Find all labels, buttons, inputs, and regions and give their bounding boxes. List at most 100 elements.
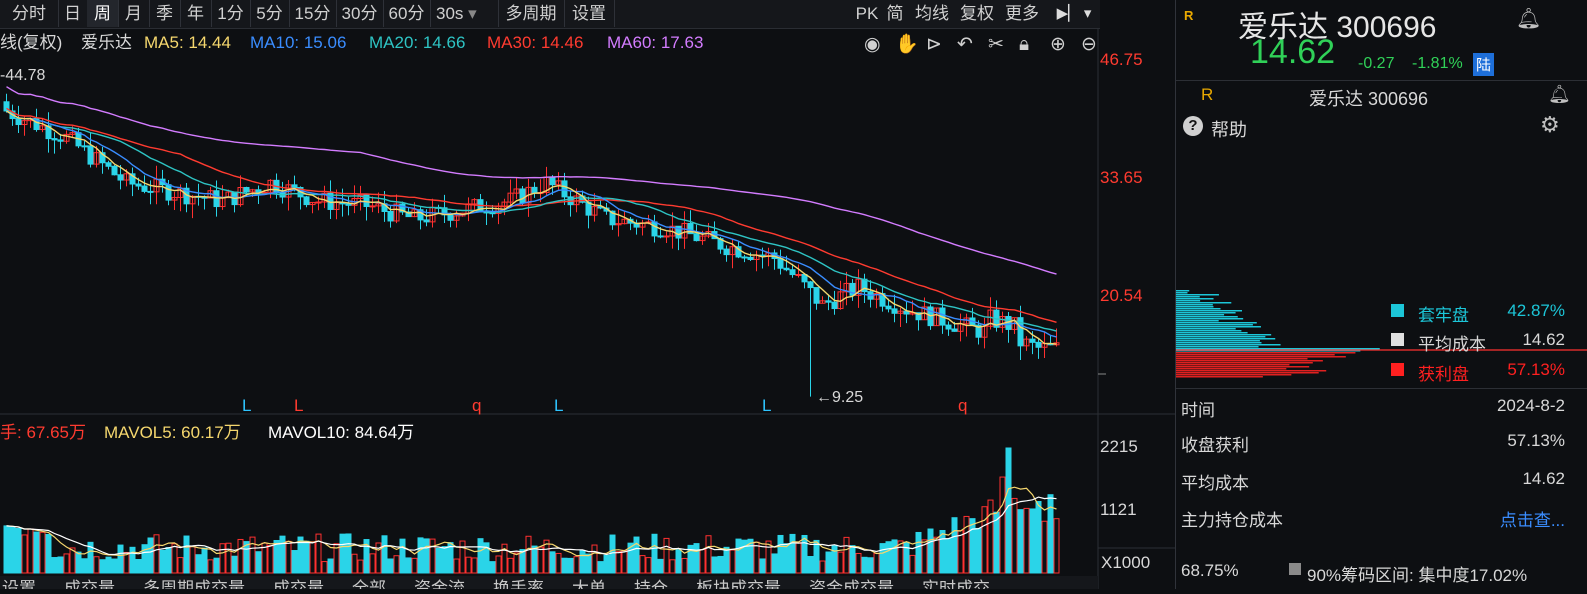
toolbar-tab-7[interactable]: 5分 xyxy=(250,0,290,27)
volume-bar xyxy=(477,538,484,574)
toolbar-right-0[interactable]: PK xyxy=(855,0,879,27)
chip-bar xyxy=(1176,334,1272,336)
bottom-tab-11[interactable]: 实时成交 xyxy=(922,579,990,594)
chip-distribution-chart xyxy=(1176,290,1587,378)
candle-body xyxy=(807,281,814,289)
chip-bar xyxy=(1176,360,1323,362)
legend-value: 57.13% xyxy=(1507,360,1565,379)
chip-bar xyxy=(1176,290,1190,292)
right-info-panel: R 爱乐达 300696 🔔︎ 14.62 -0.27 -1.81% 陆 R 爱… xyxy=(1175,0,1587,589)
volume-bar xyxy=(729,549,736,574)
bottom-tab-10[interactable]: 资金成交量 xyxy=(809,579,894,594)
toolbar-right-3[interactable]: 复权 xyxy=(957,0,997,27)
volume-tick-label: 1121 xyxy=(1100,500,1137,519)
toolbar-tab-9[interactable]: 30分 xyxy=(336,0,384,27)
toolbar-right-2[interactable]: 均线 xyxy=(912,0,952,27)
volume-bar xyxy=(489,561,496,574)
candle-body xyxy=(519,188,526,204)
toolbar-tab-8[interactable]: 15分 xyxy=(289,0,337,27)
volume-bar xyxy=(933,536,940,574)
toolbar-tab-12[interactable]: 多周期 xyxy=(498,0,565,27)
toolbar-tab-10[interactable]: 60分 xyxy=(383,0,431,27)
help-label[interactable]: 帮助 xyxy=(1211,116,1247,142)
legend-item-0: 线(复权) xyxy=(0,33,62,52)
zoom-out-icon[interactable]: ⊖ xyxy=(1081,33,1097,55)
toolbar-tab-13[interactable]: 设置 xyxy=(564,0,615,27)
volume-bar xyxy=(537,546,544,574)
volume-bar xyxy=(159,549,166,574)
candle-body xyxy=(951,328,958,332)
toolbar-tab-1[interactable]: 日 xyxy=(58,0,88,27)
candle-body xyxy=(147,190,154,193)
volume-bar xyxy=(3,525,10,574)
help-icon[interactable]: ? xyxy=(1183,116,1203,136)
toolbar-tab-0[interactable]: 分时 xyxy=(0,0,59,27)
candle-body xyxy=(813,287,820,304)
volume-bar xyxy=(759,558,766,574)
kline-chart-area[interactable]: 线(复权) 爱乐达 MA5: 14.44 MA10: 15.06 MA20: 14.66… xyxy=(0,28,1175,594)
bottom-tab-1[interactable]: 成交量 xyxy=(64,579,115,594)
lock-icon[interactable]: 🔒︎ xyxy=(1019,33,1029,55)
toolbar-tab-4[interactable]: 季 xyxy=(149,0,181,27)
zoom-in-icon[interactable]: ⊕ xyxy=(1050,33,1066,55)
chip-bar xyxy=(1176,328,1236,330)
scissors-icon[interactable]: ✂ xyxy=(988,33,1004,55)
info-label: 主力持仓成本 xyxy=(1181,511,1283,530)
interval-select-label: 30s xyxy=(436,4,464,23)
volume-bar xyxy=(927,528,934,574)
bottom-tab-0[interactable]: 设置 xyxy=(2,579,36,594)
candle-body xyxy=(825,300,832,303)
volume-bar xyxy=(669,559,676,574)
toolbar-tab-6[interactable]: 1分 xyxy=(211,0,251,27)
eye-icon[interactable]: ◉ xyxy=(864,33,881,55)
bottom-tab-9[interactable]: 板块成交量 xyxy=(696,579,781,594)
main-cost-query-link[interactable]: 点击查... xyxy=(1500,506,1565,531)
volume-bar xyxy=(123,551,130,574)
volume-bar xyxy=(579,549,586,574)
candle-body xyxy=(549,176,556,186)
volume-bar xyxy=(387,558,394,574)
volume-bar xyxy=(93,556,100,574)
alert-bell-icon-small[interactable]: 🔔︎ xyxy=(1548,84,1571,105)
bottom-tab-4[interactable]: 全部 xyxy=(352,579,386,594)
volume-bar xyxy=(231,555,238,574)
kline-chart-svg[interactable]: 线(复权) 爱乐达 MA5: 14.44 MA10: 15.06 MA20: 14.66… xyxy=(0,28,1175,594)
toolbar-tab-11[interactable]: 30s ▾ xyxy=(430,0,499,27)
toolbar-right-1[interactable]: 简 xyxy=(884,0,906,27)
volume-bar xyxy=(693,543,700,574)
high-price-marker: -44.78 xyxy=(0,67,45,84)
legend-item-5: MA30: 14.46 xyxy=(487,33,583,52)
alert-bell-icon[interactable]: 🔔︎ xyxy=(1516,6,1541,31)
hand-icon[interactable]: ✋ xyxy=(895,32,919,55)
volume-bar xyxy=(963,515,970,574)
volume-bar xyxy=(273,539,280,574)
volume-bar xyxy=(429,538,436,574)
undo-icon[interactable]: ↶ xyxy=(957,33,973,55)
volume-bar xyxy=(411,557,418,574)
toolbar-tab-2[interactable]: 周 xyxy=(87,0,119,27)
bottom-tab-2[interactable]: 多周期成交量 xyxy=(143,579,245,594)
volume-bar xyxy=(885,541,892,574)
expand-panel-icon[interactable]: ▶▏ ▾ xyxy=(1048,0,1100,27)
toolbar-tab-5[interactable]: 年 xyxy=(180,0,212,27)
chip-bar xyxy=(1176,310,1243,312)
bottom-tab-6[interactable]: 换手率 xyxy=(493,579,544,594)
bottom-tab-8[interactable]: 持仓 xyxy=(634,579,668,594)
toolbar-tab-3[interactable]: 月 xyxy=(118,0,150,27)
price-tick-label: 46.75 xyxy=(1100,50,1143,69)
r-badge-small: R xyxy=(1201,85,1214,104)
volume-bar xyxy=(21,534,28,574)
bottom-tab-5[interactable]: 资金流 xyxy=(414,579,465,594)
candle-body xyxy=(87,145,94,165)
bottom-tab-3[interactable]: 成交量 xyxy=(273,579,324,594)
bottom-tab-7[interactable]: 大单 xyxy=(572,579,606,594)
volume-bar xyxy=(867,557,874,574)
toolbar-right-4[interactable]: 更多 xyxy=(1002,0,1042,27)
volume-bar xyxy=(951,517,958,574)
legend-label: 获利盘 xyxy=(1418,365,1469,384)
volume-bar xyxy=(795,542,802,574)
volume-bar xyxy=(45,533,52,574)
candle-body xyxy=(831,301,838,310)
play-icon[interactable]: ⊳ xyxy=(926,33,942,55)
settings-gear-icon[interactable]: ⚙ xyxy=(1540,112,1560,138)
